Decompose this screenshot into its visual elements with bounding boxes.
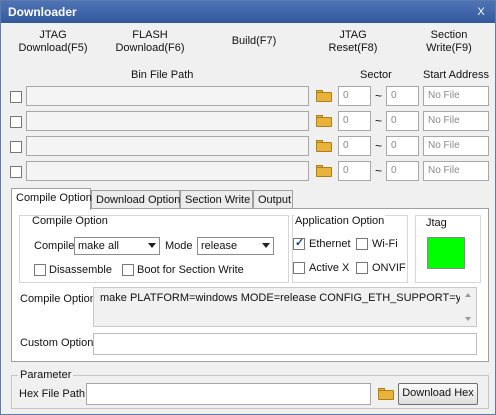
range-separator: ~ <box>375 139 383 153</box>
bin-row-4-sector-from[interactable]: 0 <box>338 161 371 181</box>
disassemble-label: Disassemble <box>49 264 112 276</box>
sector-header: Sector <box>360 69 392 81</box>
hex-file-path-label: Hex File Path <box>19 388 86 400</box>
compile-option-textarea[interactable]: make PLATFORM=windows MODE=release CONFI… <box>93 287 477 327</box>
jtag-download-line1: JTAG <box>39 29 67 41</box>
compile-option-group-title: Compile Option <box>32 215 108 227</box>
toolbar: JTAG Download(F5) FLASH Download(F6) Bui… <box>1 23 495 61</box>
downloader-window: Downloader X JTAG Download(F5) FLASH Dow… <box>0 0 496 415</box>
tab-section-write[interactable]: Section Write <box>180 190 253 209</box>
bin-row-1-sector-to[interactable]: 0 <box>386 86 419 106</box>
onvif-checkbox[interactable] <box>356 262 368 274</box>
jtag-label: Jtag <box>426 217 447 229</box>
window-title: Downloader <box>8 5 77 19</box>
jtag-reset-line1: JTAG <box>339 29 367 41</box>
boot-section-write-checkbox[interactable] <box>122 264 134 276</box>
jtag-status-indicator <box>427 237 465 269</box>
custom-option-label: Custom Option <box>20 337 94 349</box>
bin-path-header: Bin File Path <box>131 69 194 81</box>
bin-row-3-sector-from[interactable]: 0 <box>338 136 371 156</box>
compile-select[interactable]: make all <box>74 237 160 255</box>
activex-checkbox[interactable] <box>293 262 305 274</box>
section-write-button[interactable]: Section Write(F9) <box>415 29 483 55</box>
folder-open-icon[interactable] <box>316 139 334 153</box>
close-button[interactable]: X <box>473 4 489 20</box>
ethernet-label: Ethernet <box>309 238 351 250</box>
folder-open-icon[interactable] <box>316 114 334 128</box>
chevron-down-icon <box>148 243 156 248</box>
range-separator: ~ <box>375 114 383 128</box>
bin-row-1-sector-from[interactable]: 0 <box>338 86 371 106</box>
bin-row-2-sector-from[interactable]: 0 <box>338 111 371 131</box>
application-option-group-title: Application Option <box>294 215 386 227</box>
title-bar: Downloader X <box>1 1 495 23</box>
bin-row-4-sector-to[interactable]: 0 <box>386 161 419 181</box>
compile-label: Compile <box>34 240 75 252</box>
bin-row-3-path-input[interactable] <box>26 136 309 156</box>
flash-download-button[interactable]: FLASH Download(F6) <box>110 29 190 55</box>
jtag-download-line2: Download(F5) <box>18 42 88 54</box>
bin-row-1-start-address[interactable]: No File <box>423 86 489 106</box>
compile-select-value: make all <box>78 240 119 252</box>
flash-download-line2: Download(F6) <box>115 42 185 54</box>
boot-section-write-label: Boot for Section Write <box>137 264 244 276</box>
bin-row-4-checkbox[interactable] <box>10 166 22 178</box>
ethernet-checkbox[interactable] <box>293 236 305 250</box>
range-separator: ~ <box>375 164 383 178</box>
bin-row-2-sector-to[interactable]: 0 <box>386 111 419 131</box>
bin-row-3-checkbox[interactable] <box>10 141 22 153</box>
start-address-header: Start Address <box>423 69 490 81</box>
scroll-down-icon[interactable] <box>465 317 471 321</box>
wifi-checkbox[interactable] <box>356 238 368 250</box>
mode-select[interactable]: release <box>197 237 274 255</box>
custom-option-input[interactable] <box>93 333 477 355</box>
jtag-reset-line2: Reset(F8) <box>328 42 378 54</box>
chevron-down-icon <box>262 243 270 248</box>
mode-label: Mode <box>165 240 193 252</box>
hex-file-path-input[interactable] <box>86 383 371 405</box>
bin-row-2-start-address[interactable]: No File <box>423 111 489 131</box>
tab-download-option[interactable]: Download Option <box>91 190 180 209</box>
folder-open-icon[interactable] <box>316 89 334 103</box>
scroll-up-icon[interactable] <box>465 293 471 297</box>
mode-select-value: release <box>201 240 238 252</box>
range-separator: ~ <box>375 89 383 103</box>
bin-row-4-path-input[interactable] <box>26 161 309 181</box>
folder-open-icon[interactable] <box>378 387 396 401</box>
activex-label: Active X <box>309 262 350 274</box>
flash-download-line1: FLASH <box>132 29 168 41</box>
compile-option-line-label: Compile Option <box>20 293 96 305</box>
bin-row-2-path-input[interactable] <box>26 111 309 131</box>
bin-row-1-path-input[interactable] <box>26 86 309 106</box>
onvif-label: ONVIF <box>372 262 406 274</box>
bin-row-3-start-address[interactable]: No File <box>423 136 489 156</box>
bin-row-2-checkbox[interactable] <box>10 116 22 128</box>
bin-row-1-checkbox[interactable] <box>10 91 22 103</box>
compile-option-scrollbar[interactable] <box>460 288 476 326</box>
parameter-group-title: Parameter <box>18 369 74 381</box>
disassemble-checkbox[interactable] <box>34 264 46 276</box>
section-write-line1: Section <box>430 29 468 41</box>
compile-option-text: make PLATFORM=windows MODE=release CONFI… <box>100 292 462 304</box>
compile-option-panel: Compile Option Compile make all Mode rel… <box>11 208 489 362</box>
jtag-reset-button[interactable]: JTAG Reset(F8) <box>313 29 393 55</box>
tab-compile-option[interactable]: Compile Option <box>11 188 92 210</box>
download-hex-button[interactable]: Download Hex <box>398 383 478 405</box>
folder-open-icon[interactable] <box>316 164 334 178</box>
tab-output[interactable]: Output <box>253 190 293 209</box>
build-button[interactable]: Build(F7) <box>223 35 285 48</box>
bin-row-3-sector-to[interactable]: 0 <box>386 136 419 156</box>
bin-row-4-start-address[interactable]: No File <box>423 161 489 181</box>
jtag-download-button[interactable]: JTAG Download(F5) <box>13 29 93 55</box>
wifi-label: Wi-Fi <box>372 238 398 250</box>
section-write-line2: Write(F9) <box>426 42 472 54</box>
